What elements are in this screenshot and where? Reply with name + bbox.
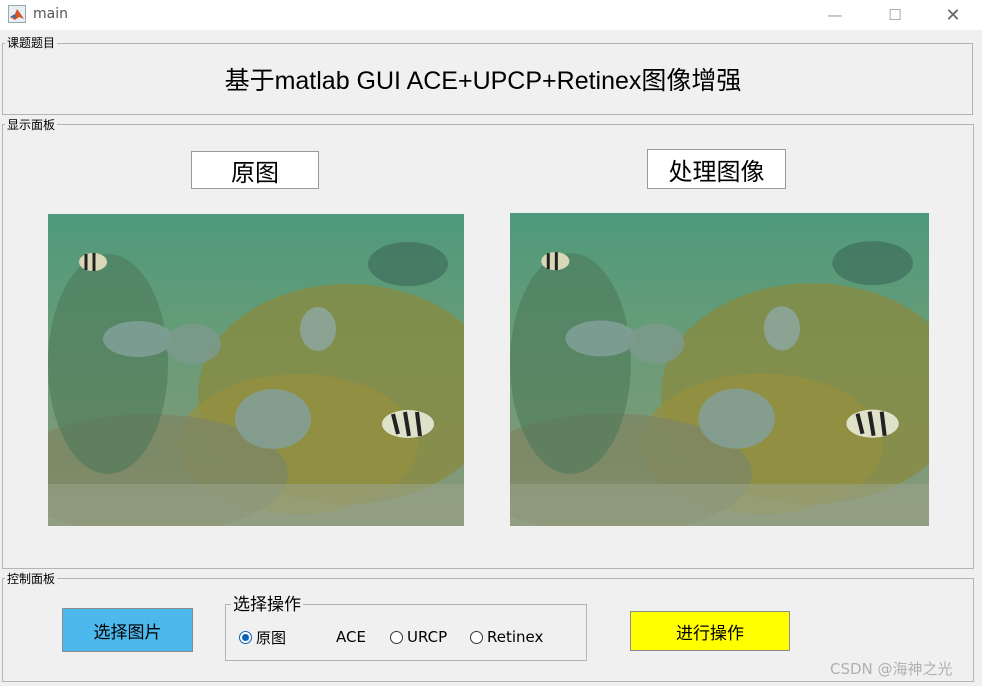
course-title: 基于matlab GUI ACE+UPCP+Retinex图像增强 bbox=[224, 67, 742, 95]
radio-ace[interactable]: ACE bbox=[336, 628, 366, 646]
radio-urcp-label: URCP bbox=[407, 628, 448, 646]
underwater-reef-photo bbox=[510, 213, 929, 526]
window-titlebar: main — ☐ ✕ bbox=[0, 0, 982, 30]
radio-retinex[interactable]: Retinex bbox=[470, 628, 543, 646]
close-button[interactable]: ✕ bbox=[930, 0, 976, 30]
display-panel-label: 显示面板 bbox=[5, 118, 58, 132]
original-image-axes bbox=[48, 214, 464, 526]
radio-unselected-icon[interactable] bbox=[470, 630, 483, 644]
radio-retinex-label: Retinex bbox=[487, 628, 544, 646]
processed-image-axes bbox=[510, 213, 929, 526]
radio-ace-label: ACE bbox=[336, 628, 366, 646]
control-panel-label: 控制面板 bbox=[5, 572, 58, 586]
radio-selected-icon[interactable] bbox=[239, 630, 252, 644]
operation-group-label: 选择操作 bbox=[231, 595, 303, 615]
underwater-reef-photo bbox=[48, 214, 464, 526]
select-image-button[interactable]: 选择图片 bbox=[62, 608, 193, 652]
watermark: CSDN @海神之光 bbox=[830, 660, 953, 678]
radio-urcp[interactable]: URCP bbox=[390, 628, 447, 646]
radio-original-label: 原图 bbox=[256, 628, 287, 647]
minimize-button[interactable]: — bbox=[812, 0, 858, 30]
radio-unselected-icon[interactable] bbox=[390, 630, 403, 644]
window-title: main bbox=[33, 6, 68, 22]
maximize-button[interactable]: ☐ bbox=[872, 0, 918, 30]
radio-original[interactable]: 原图 bbox=[239, 628, 287, 647]
processed-image-caption: 处理图像 bbox=[647, 149, 786, 189]
original-image-caption: 原图 bbox=[191, 151, 319, 189]
matlab-logo-icon bbox=[8, 5, 26, 23]
title-panel-label: 课题题目 bbox=[5, 36, 58, 50]
run-operation-button[interactable]: 进行操作 bbox=[630, 611, 790, 651]
